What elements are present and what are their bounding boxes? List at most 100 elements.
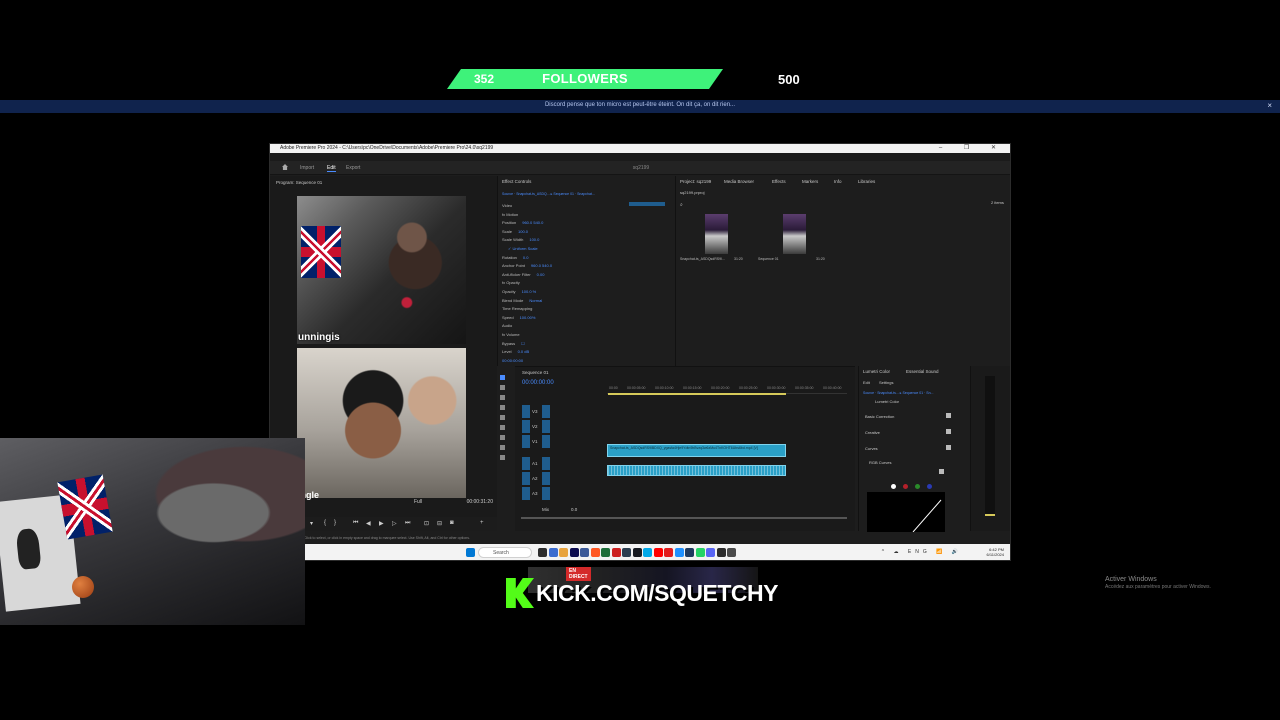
pen-icon[interactable] <box>500 425 505 430</box>
taskbar-app-icon[interactable] <box>664 548 673 557</box>
curves-checkbox[interactable] <box>946 445 951 450</box>
step-forward-icon[interactable]: ⏭ <box>405 520 410 527</box>
taskbar-app-icon[interactable] <box>538 548 547 557</box>
taskbar-app-icon[interactable] <box>580 548 589 557</box>
effect-property-value[interactable]: 100.0 <box>529 237 539 242</box>
effect-property-row[interactable]: Time Remapping <box>502 306 538 311</box>
effect-property-value[interactable]: ☐ <box>521 341 525 346</box>
taskbar-app-icon[interactable] <box>716 548 726 557</box>
track-header-v1[interactable]: V1 <box>522 435 604 448</box>
insert-icon[interactable]: ⊡ <box>424 520 429 527</box>
effect-property-row[interactable]: Position 960.0 540.0 <box>502 220 543 225</box>
type-icon[interactable] <box>500 455 505 460</box>
effect-property-row[interactable]: Anchor Point 960.0 540.0 <box>502 263 552 268</box>
taskbar-app-icon[interactable] <box>559 548 568 557</box>
taskbar-app-icon[interactable] <box>727 548 736 557</box>
effect-property-row[interactable]: Scale Width 100.0 <box>502 237 539 242</box>
effect-property-row[interactable]: Blend Mode Normal <box>502 298 542 303</box>
taskbar-app-icon[interactable] <box>611 548 621 557</box>
creative-section[interactable]: Creative <box>865 430 880 435</box>
libraries-tab[interactable]: Libraries <box>858 179 875 184</box>
taskbar-clock[interactable]: 6:42 PM 6/11/2024 <box>987 547 1005 557</box>
lumetri-settings-tab[interactable]: Settings <box>879 380 893 385</box>
project-search-icon[interactable]: ⌕ <box>680 202 683 208</box>
effect-property-value[interactable]: Normal <box>529 298 542 303</box>
work-area-bar[interactable] <box>608 393 786 395</box>
taskbar-app-icon[interactable] <box>622 548 631 557</box>
hand-icon[interactable] <box>500 445 505 450</box>
marker-icon[interactable]: ▾ <box>310 520 313 527</box>
taskbar-app-icon[interactable] <box>685 548 694 557</box>
system-tray[interactable]: ^ ☁ ENG 📶 🔊 <box>882 549 962 555</box>
info-tab[interactable]: Info <box>834 179 842 184</box>
effect-property-row[interactable]: Opacity 100.0 % <box>502 289 536 294</box>
rgb-curve-graph[interactable] <box>867 492 945 532</box>
frame-back-icon[interactable]: ◀ <box>366 520 371 527</box>
essential-sound-tab[interactable]: Essential Sound <box>906 369 939 374</box>
frame-forward-icon[interactable]: ▷ <box>392 520 397 527</box>
blue-channel-dot[interactable] <box>927 484 932 489</box>
project-item-thumbnail[interactable] <box>705 214 728 254</box>
ticker-close-icon[interactable]: × <box>1267 101 1272 110</box>
play-icon[interactable]: ▶ <box>379 520 384 527</box>
effect-property-row[interactable]: fx Motion <box>502 212 524 217</box>
track-header-a1[interactable]: A1 <box>522 457 604 470</box>
rgb-curves-checkbox[interactable] <box>939 469 944 474</box>
lumetri-preset[interactable]: Lumetri Color <box>875 399 899 404</box>
taskbar-app-icon[interactable] <box>632 548 642 557</box>
curves-section[interactable]: Curves <box>865 446 878 451</box>
effect-property-row[interactable]: ✓ Uniform Scale <box>502 246 538 251</box>
creative-checkbox[interactable] <box>946 429 951 434</box>
effect-property-row[interactable]: Bypass ☐ <box>502 341 525 346</box>
taskbar-app-icon[interactable] <box>653 548 663 557</box>
lumetri-edit-tab[interactable]: Edit <box>863 380 870 385</box>
taskbar-search[interactable]: Search <box>478 547 532 558</box>
white-channel-dot[interactable] <box>891 484 896 489</box>
effect-property-value[interactable]: 100.00% <box>520 315 536 320</box>
timeline-timecode[interactable]: 00:00:00:00 <box>522 380 554 386</box>
effect-property-row[interactable]: Video <box>502 203 518 208</box>
effect-property-row[interactable]: fx Volume <box>502 332 526 337</box>
audio-clip[interactable] <box>607 465 786 476</box>
step-back-icon[interactable]: ⏮ <box>353 520 358 527</box>
green-channel-dot[interactable] <box>915 484 920 489</box>
track-select-icon[interactable] <box>500 385 505 390</box>
timeline-scrollbar[interactable] <box>521 517 847 519</box>
effect-property-value[interactable]: 960.0 540.0 <box>522 220 543 225</box>
effect-property-value[interactable]: 0.0 <box>523 255 529 260</box>
add-button-icon[interactable]: + <box>480 520 484 526</box>
effect-property-value[interactable]: 0.0 dB <box>518 349 530 354</box>
red-channel-dot[interactable] <box>903 484 908 489</box>
windows-start-icon[interactable] <box>466 548 475 557</box>
effect-property-row[interactable]: Rotation 0.0 <box>502 255 528 260</box>
track-header-a2[interactable]: A2 <box>522 472 604 485</box>
ripple-edit-icon[interactable] <box>500 395 505 400</box>
sequence-thumbnail[interactable] <box>783 214 806 254</box>
rectangle-icon[interactable] <box>500 435 505 440</box>
effect-property-row[interactable]: Anti-flicker Filter 0.00 <box>502 272 544 277</box>
lumetri-tab[interactable]: Lumetri Color <box>863 369 890 374</box>
effect-property-row[interactable]: Scale 100.0 <box>502 229 528 234</box>
markers-tab[interactable]: Markers <box>802 179 818 184</box>
taskbar-app-icon[interactable] <box>548 548 558 557</box>
slip-icon[interactable] <box>500 415 505 420</box>
track-header-a3[interactable]: A3 <box>522 487 604 500</box>
effect-property-row[interactable]: Level 0.0 dB <box>502 349 529 354</box>
effect-property-value[interactable]: 100.0 <box>518 229 528 234</box>
overwrite-icon[interactable]: ⊟ <box>437 520 442 527</box>
taskbar-app-icon[interactable] <box>569 548 579 557</box>
media-browser-tab[interactable]: Media Browser <box>724 179 754 184</box>
basic-correction-section[interactable]: Basic Correction <box>865 414 894 419</box>
effect-property-row[interactable]: Speed 100.00% <box>502 315 535 320</box>
video-clip[interactable]: Snapchat-ts_ASDQsdRS9lBDXQ_ygasfa4Hje9Yd… <box>607 444 786 457</box>
effect-property-value[interactable]: 100.0 % <box>522 289 537 294</box>
selection-tool-icon[interactable] <box>500 375 505 380</box>
razor-icon[interactable] <box>500 405 505 410</box>
in-point-icon[interactable]: { <box>324 520 326 526</box>
track-header-v3[interactable]: V3 <box>522 405 604 418</box>
effect-property-row[interactable]: Audio <box>502 323 518 328</box>
effect-property-value[interactable]: 0.00 <box>537 272 545 277</box>
out-point-icon[interactable]: } <box>334 520 336 526</box>
timeline-sequence-tab[interactable]: Sequence 01 <box>522 370 549 375</box>
taskbar-app-icon[interactable] <box>601 548 610 557</box>
